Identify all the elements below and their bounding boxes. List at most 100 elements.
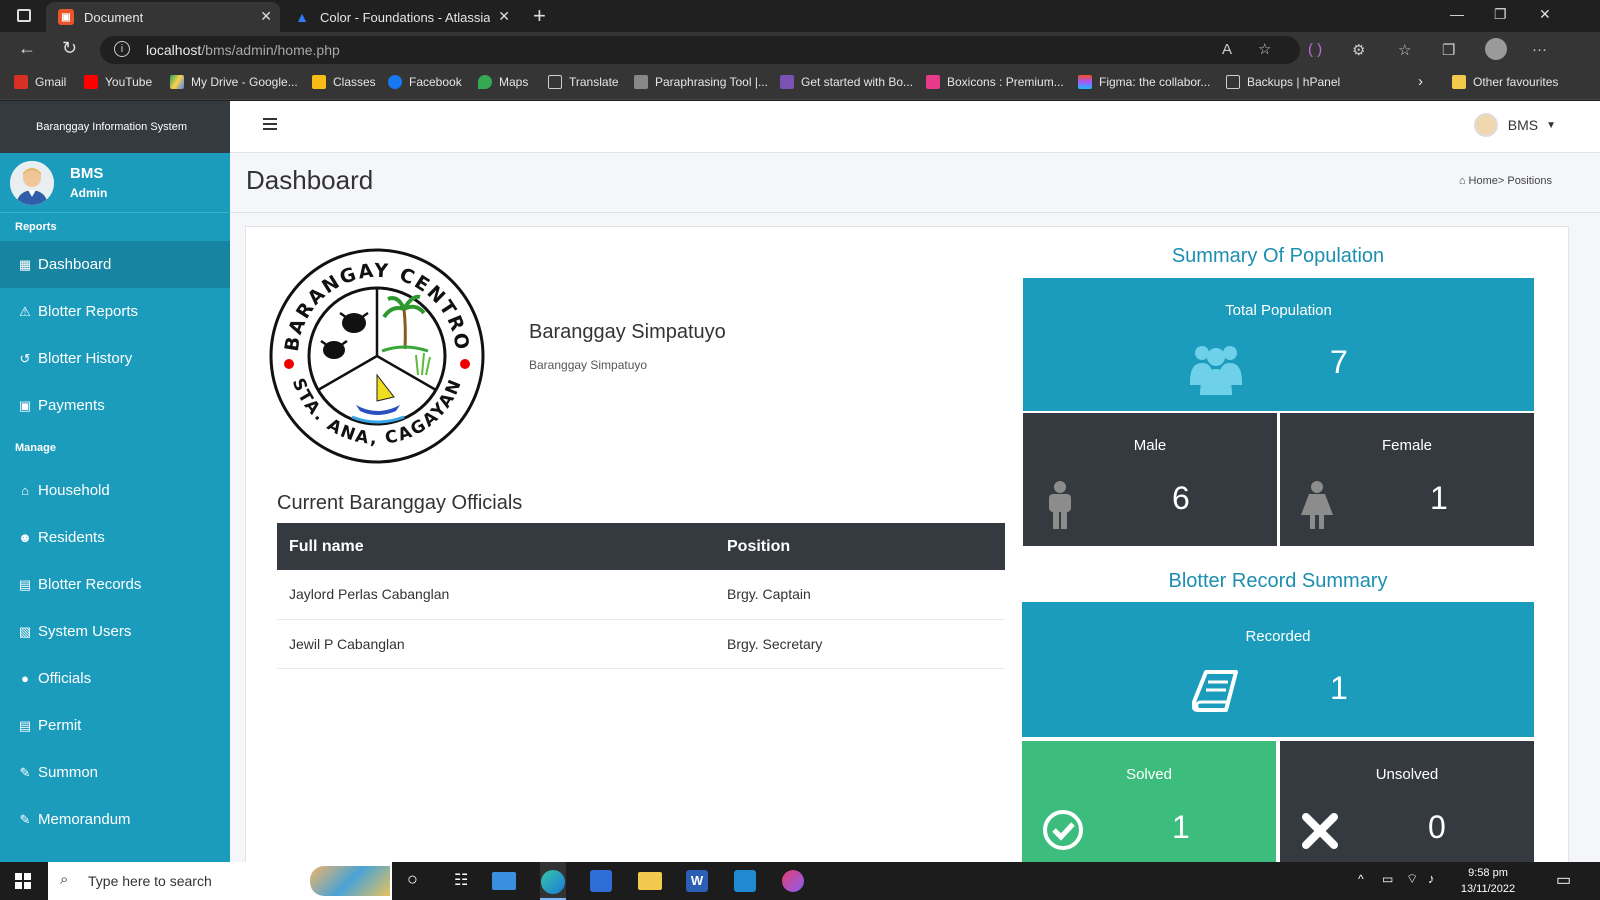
history-icon: ↺ <box>19 350 31 366</box>
site-info-icon[interactable]: i <box>114 41 130 57</box>
male-population-card[interactable]: Male 6 <box>1023 413 1277 546</box>
browser-profile-avatar[interactable] <box>1485 38 1507 60</box>
officials-table: Full name Position Jaylord Perlas Cabang… <box>277 523 1005 669</box>
sidebar-item-summon[interactable]: ✎ Summon <box>0 749 230 796</box>
hamburger-menu-icon[interactable] <box>263 118 277 133</box>
sidebar-item-blotter-records[interactable]: ▤ Blotter Records <box>0 561 230 608</box>
warning-icon: ⚠ <box>19 303 31 319</box>
browser-tab-atlassian[interactable]: ▲ Color - Foundations - Atlassian D ✕ <box>282 2 518 32</box>
close-window-icon[interactable]: ✕ <box>1539 6 1551 23</box>
bookmark-gmail[interactable]: Gmail <box>14 75 66 89</box>
file-explorer-icon[interactable] <box>638 872 662 890</box>
read-aloud-icon[interactable]: A <box>1222 41 1232 58</box>
user-menu-label: BMS <box>1507 117 1539 133</box>
word-icon[interactable]: W <box>686 870 708 892</box>
sidebar-item-memorandum[interactable]: ✎ Memorandum <box>0 796 230 843</box>
recorded-label: Recorded <box>1245 628 1311 645</box>
extensions-puzzle-icon[interactable]: ⚙ <box>1352 41 1365 59</box>
check-circle-icon <box>1043 810 1083 850</box>
browser-tab-bar: ▣ Document ✕ ▲ Color - Foundations - Atl… <box>0 0 1600 32</box>
wifi-icon[interactable]: ⌔ <box>1406 871 1418 887</box>
windows-start-icon[interactable] <box>15 873 31 889</box>
file-icon: ▤ <box>18 576 32 592</box>
total-population-label: Total Population <box>1225 302 1332 319</box>
dashboard-card: BARANGAY CENTRO STA. ANA, CAGAYAN Barang… <box>245 226 1569 862</box>
bookmark-facebook[interactable]: Facebook <box>388 75 462 89</box>
bookmark-maps[interactable]: Maps <box>478 75 528 89</box>
edge-icon <box>541 870 565 894</box>
recorded-blotter-card[interactable]: Recorded 1 <box>1022 602 1534 737</box>
taskbar-search[interactable]: ⌕ Type here to search <box>48 862 392 900</box>
collections-icon[interactable]: ❐ <box>1442 41 1455 59</box>
sidebar-item-officials[interactable]: ● Officials <box>0 655 230 702</box>
vscode-icon[interactable] <box>734 870 756 892</box>
url-field[interactable]: i localhost/bms/admin/home.php A ☆ <box>100 36 1300 64</box>
back-icon[interactable]: ← <box>18 38 36 59</box>
solved-blotter-card[interactable]: Solved 1 <box>1022 741 1276 862</box>
new-tab-button[interactable]: + <box>533 3 546 29</box>
task-view-icon[interactable]: ○ <box>407 869 418 890</box>
bookmark-figma[interactable]: Figma: the collabor... <box>1078 75 1210 89</box>
search-highlight-image <box>310 866 390 896</box>
widgets-icon[interactable]: ☷ <box>454 870 468 890</box>
edge-taskbar-button[interactable] <box>540 862 566 900</box>
bookmark-bootstrap[interactable]: Get started with Bo... <box>780 75 913 89</box>
youtube-icon <box>84 75 98 89</box>
restore-icon[interactable]: ❐ <box>1494 6 1507 23</box>
bookmark-other-favourites[interactable]: Other favourites <box>1452 75 1558 89</box>
more-menu-icon[interactable]: ··· <box>1532 41 1547 58</box>
breadcrumb: ⌂ Home> Positions <box>1458 175 1552 187</box>
unsolved-blotter-card[interactable]: Unsolved 0 <box>1280 741 1534 862</box>
browser-tab-document[interactable]: ▣ Document ✕ <box>46 2 280 32</box>
tab-actions-icon[interactable] <box>17 9 31 22</box>
sidebar-item-payments[interactable]: ▣ Payments <box>0 382 230 429</box>
male-value: 6 <box>1172 480 1190 516</box>
close-tab-icon[interactable]: ✕ <box>498 8 510 25</box>
brand-logo-text[interactable]: Baranggay Information System <box>0 101 230 153</box>
sidebar-item-system-users[interactable]: ▧ System Users <box>0 608 230 655</box>
system-clock[interactable]: 9:58 pm 13/11/2022 <box>1452 865 1524 897</box>
sidebar-item-permit[interactable]: ▤ Permit <box>0 702 230 749</box>
sidebar-item-blotter-history[interactable]: ↺ Blotter History <box>0 335 230 382</box>
notifications-icon[interactable]: ▭ <box>1556 870 1571 890</box>
xampp-favicon-icon: ▣ <box>58 9 74 25</box>
drive-icon <box>170 75 184 89</box>
sidebar-item-blotter-reports[interactable]: ⚠ Blotter Reports <box>0 288 230 335</box>
official-name: Jaylord Perlas Cabanglan <box>277 570 715 620</box>
messenger-icon[interactable] <box>782 870 804 892</box>
facebook-icon <box>388 75 402 89</box>
male-label: Male <box>1133 437 1167 454</box>
extension-icon[interactable]: ( ) <box>1308 41 1322 58</box>
official-name: Jewil P Cabanglan <box>277 619 715 669</box>
show-hidden-icons[interactable]: ^ <box>1358 872 1364 886</box>
bookmark-drive[interactable]: My Drive - Google... <box>170 75 298 89</box>
total-population-value: 7 <box>1330 344 1348 380</box>
total-population-card[interactable]: Total Population 7 <box>1023 278 1534 411</box>
mail-app-icon[interactable] <box>492 872 516 890</box>
folder-icon <box>1452 75 1466 89</box>
bookmark-classes[interactable]: Classes <box>312 75 376 89</box>
bookmark-youtube[interactable]: YouTube <box>84 75 152 89</box>
user-dropdown[interactable]: BMS ▼ <box>1473 113 1556 137</box>
profile-role: Admin <box>70 186 108 200</box>
battery-icon[interactable]: ▭ <box>1382 872 1393 886</box>
add-favourite-icon[interactable]: ☆ <box>1258 40 1271 58</box>
sidebar-item-dashboard[interactable]: ▦ Dashboard <box>0 241 230 288</box>
store-icon[interactable] <box>590 870 612 892</box>
sidebar-item-household[interactable]: ⌂ Household <box>0 467 230 514</box>
page-title: Dashboard <box>246 165 374 195</box>
close-tab-icon[interactable]: ✕ <box>260 8 272 25</box>
more-bookmarks-icon[interactable]: › <box>1418 73 1423 90</box>
female-population-card[interactable]: Female 1 <box>1280 413 1534 546</box>
bookmark-paraphrasing[interactable]: Paraphrasing Tool |... <box>634 75 768 89</box>
bookmark-hpanel[interactable]: Backups | hPanel <box>1226 75 1340 89</box>
bookmark-translate[interactable]: Translate <box>548 75 619 89</box>
clock-date: 13/11/2022 <box>1460 883 1516 895</box>
volume-icon[interactable]: ♪ <box>1428 871 1435 886</box>
classroom-icon <box>312 75 326 89</box>
favourites-icon[interactable]: ☆ <box>1398 41 1411 59</box>
bookmark-boxicons[interactable]: Boxicons : Premium... <box>926 75 1064 89</box>
minimize-icon[interactable]: — <box>1450 6 1464 22</box>
refresh-icon[interactable]: ↻ <box>62 38 77 59</box>
sidebar-item-residents[interactable]: ☻ Residents <box>0 514 230 561</box>
